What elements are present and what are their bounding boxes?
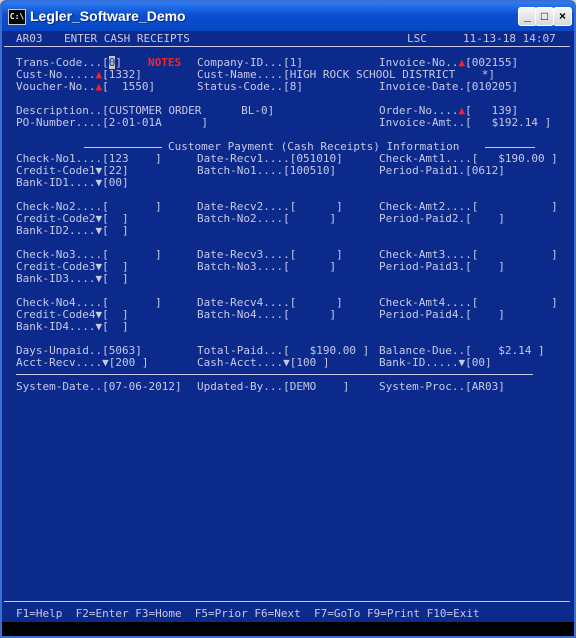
footer-divider	[4, 601, 570, 602]
invoice-date-field[interactable]: Invoice-Date.[010205]	[379, 81, 518, 93]
header-divider	[4, 46, 570, 47]
acct-recv-field[interactable]: Acct-Recv....▼[200 ]	[16, 357, 148, 369]
section-rule-left	[84, 147, 162, 148]
bank-id-field[interactable]: Bank-ID3....▼[ ]	[16, 273, 129, 285]
bank-id-field[interactable]: Bank-ID2....▼[ ]	[16, 225, 129, 237]
acct-recv-value[interactable]: [200 ]	[109, 356, 149, 369]
acct-recv-label: Acct-Recv....	[16, 356, 103, 369]
po-number-field[interactable]: PO-Number....[2-01-01A ]	[16, 117, 208, 129]
batch-no-field[interactable]: Batch-No2....[ ]	[197, 213, 336, 225]
bank-id-value[interactable]: [ ]	[102, 320, 129, 333]
voucher-no-label: Voucher-No..	[16, 80, 96, 93]
batch-no-field[interactable]: Batch-No4....[ ]	[197, 309, 336, 321]
system-date-field: System-Date..[07-06-2012]	[16, 380, 182, 393]
console-window: C:\ Legler_Software_Demo _ □ × AR03 ENTE…	[0, 0, 576, 638]
bank-id-value[interactable]: [ ]	[102, 272, 129, 285]
bank-id-total-field[interactable]: Bank-ID.....▼[00]	[379, 357, 492, 369]
period-paid-field[interactable]: Period-Paid2.[ ]	[379, 213, 505, 225]
down-arrow-icon: ▼	[102, 356, 109, 369]
bank-id-label: Bank-ID1....	[16, 176, 96, 189]
system-proc-field: System-Proc..[AR03]	[379, 380, 505, 393]
bank-id-label: Bank-ID3....	[16, 272, 96, 285]
maximize-button[interactable]: □	[535, 7, 554, 26]
bank-id-value[interactable]: [ ]	[102, 224, 129, 237]
bank-id-total-value[interactable]: [00]	[465, 356, 492, 369]
section-rule-right	[485, 147, 535, 148]
bank-id-total-label: Bank-ID.....	[379, 356, 459, 369]
period-paid-field[interactable]: Period-Paid3.[ ]	[379, 261, 505, 273]
window-title: Legler_Software_Demo	[30, 8, 186, 24]
cash-acct-value[interactable]: [100 ]	[290, 356, 330, 369]
period-paid-field[interactable]: Period-Paid1.[0612]	[379, 165, 505, 177]
bank-id-field[interactable]: Bank-ID1....▼[00]	[16, 177, 129, 189]
title-bar[interactable]: C:\ Legler_Software_Demo _ □ ×	[2, 2, 574, 31]
console-icon: C:\	[8, 9, 26, 25]
period-paid-field[interactable]: Period-Paid4.[ ]	[379, 309, 505, 321]
program-code: AR03	[16, 32, 43, 45]
voucher-no-value[interactable]: [ 1550]	[102, 80, 155, 93]
bank-id-label: Bank-ID2....	[16, 224, 96, 237]
terminal-screen[interactable]: AR03 ENTER CASH RECEIPTS LSC 11-13-18 14…	[4, 31, 570, 622]
screen-title: ENTER CASH RECEIPTS	[64, 32, 190, 45]
date-time: 11-13-18 14:07	[463, 32, 556, 45]
cash-acct-field[interactable]: Cash-Acct....▼[100 ]	[197, 357, 329, 369]
cash-acct-label: Cash-Acct....	[197, 356, 284, 369]
totals-divider	[16, 374, 533, 375]
batch-no-field[interactable]: Batch-No3....[ ]	[197, 261, 336, 273]
window-bottom-edge	[2, 622, 574, 636]
updated-by-field: Updated-By...[DEMO ]	[197, 380, 350, 393]
status-code-field[interactable]: Status-Code..[8]	[197, 81, 303, 93]
notes-flag[interactable]: NOTES	[148, 57, 181, 69]
function-key-bar[interactable]: F1=Help F2=Enter F3=Home F5=Prior F6=Nex…	[16, 608, 480, 620]
close-button[interactable]: ×	[553, 7, 572, 26]
bank-id-label: Bank-ID4....	[16, 320, 96, 333]
voucher-no-field[interactable]: Voucher-No..▲[ 1550]	[16, 81, 155, 93]
batch-no-field[interactable]: Batch-No1....[100510]	[197, 165, 336, 177]
user-code: LSC	[407, 32, 427, 45]
bank-id-value[interactable]: [00]	[102, 176, 129, 189]
bank-id-field[interactable]: Bank-ID4....▼[ ]	[16, 321, 129, 333]
down-arrow-icon: ▼	[283, 356, 290, 369]
invoice-amt-field[interactable]: Invoice-Amt..[ $192.14 ]	[379, 117, 551, 129]
